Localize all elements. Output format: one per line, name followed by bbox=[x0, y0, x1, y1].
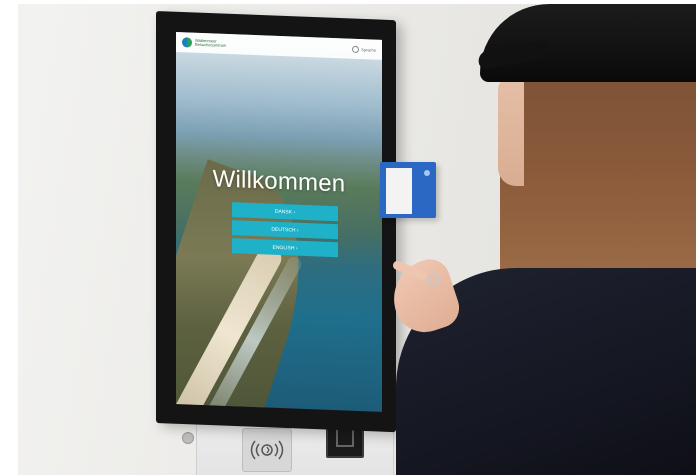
stand-screw bbox=[182, 432, 194, 444]
wall-box-tissues[interactable] bbox=[386, 168, 412, 214]
language-menu-label: Sprache bbox=[361, 46, 376, 53]
person-hat bbox=[480, 4, 696, 82]
contactless-icon bbox=[250, 440, 284, 460]
box-holder-logo-icon bbox=[424, 170, 430, 176]
brand-logo-icon bbox=[182, 37, 192, 48]
person-ring bbox=[428, 274, 440, 286]
brand: Wattenmeer Besucherzentrum bbox=[182, 37, 235, 49]
globe-icon bbox=[352, 45, 360, 53]
language-menu[interactable]: Sprache bbox=[352, 45, 376, 53]
language-button-dansk[interactable]: DANSK › bbox=[232, 202, 338, 222]
language-button-deutsch[interactable]: DEUTSCH › bbox=[232, 220, 338, 240]
brand-name: Wattenmeer Besucherzentrum bbox=[195, 37, 227, 48]
person-face bbox=[498, 76, 524, 186]
nfc-reader[interactable] bbox=[242, 428, 292, 472]
language-buttons: DANSK › DEUTSCH › ENGLISH › bbox=[232, 202, 338, 258]
image-border-left bbox=[0, 0, 18, 475]
kiosk-screen: Wattenmeer Besucherzentrum Sprache Willk… bbox=[176, 32, 382, 412]
